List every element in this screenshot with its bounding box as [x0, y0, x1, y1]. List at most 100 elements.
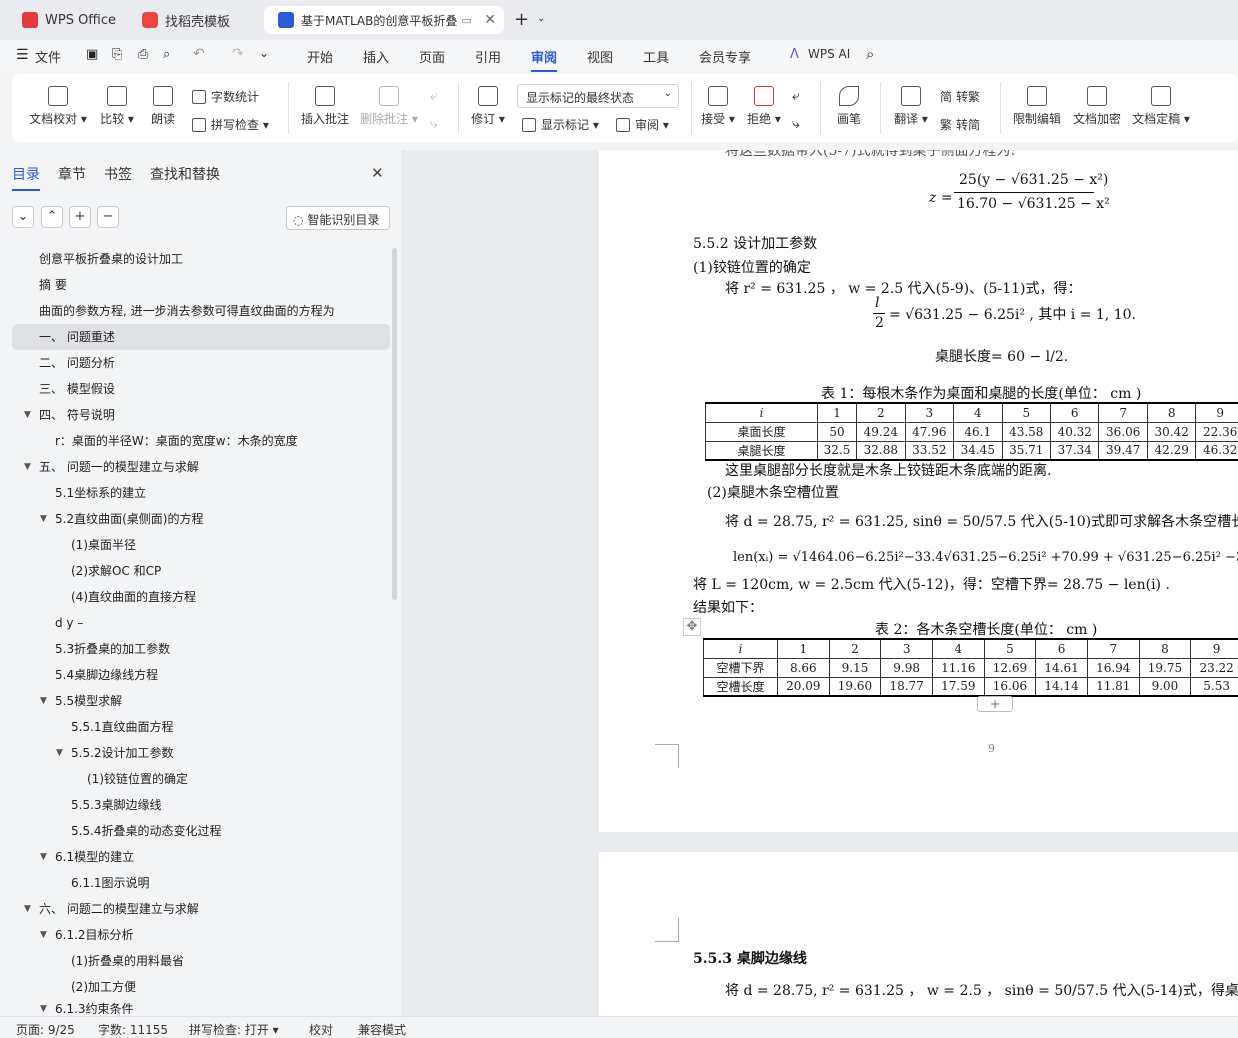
proofread-status[interactable]: 校对 — [309, 1021, 333, 1038]
expand-arrow-icon[interactable]: ▼ — [40, 688, 47, 714]
track-changes-button[interactable]: 修订 ▾ — [468, 86, 508, 127]
save-icon[interactable]: ▣ — [86, 47, 98, 62]
toc-item[interactable]: (4)直纹曲面的直接方程 — [12, 584, 390, 610]
redo-icon[interactable]: ↷ — [232, 46, 244, 62]
print-icon[interactable]: ⎙ — [138, 47, 148, 62]
toc-item[interactable]: (2)加工方便 — [12, 974, 390, 1000]
toc-item[interactable]: 6.1.1图示说明 — [12, 870, 390, 896]
pen-button[interactable]: 画笔 — [832, 86, 866, 127]
share-icon[interactable]: ⎘ — [112, 47, 122, 62]
new-tab-icon[interactable]: + — [514, 9, 529, 30]
insert-comment-button[interactable]: 插入批注 — [298, 86, 352, 127]
toc-item[interactable]: 5.3折叠桌的加工参数 — [12, 636, 390, 662]
tab-toc[interactable]: 目录 — [12, 164, 40, 191]
expand-arrow-icon[interactable]: ▼ — [40, 922, 47, 948]
toc-item[interactable]: 5.4桌脚边缘线方程 — [12, 662, 390, 688]
toc-item[interactable]: (1)折叠桌的用料最省 — [12, 948, 390, 974]
toc-item[interactable]: 5.5.4折叠桌的动态变化过程 — [12, 818, 390, 844]
toc-item[interactable]: 5.1坐标系的建立 — [12, 480, 390, 506]
encrypt-button[interactable]: 文档加密 — [1070, 86, 1124, 127]
expand-arrow-icon[interactable]: ▼ — [40, 506, 47, 532]
tab-wps-office[interactable]: WPS Office — [8, 6, 123, 34]
tab-docer-templates[interactable]: 找稻壳模板 — [128, 6, 258, 34]
collapse-button[interactable]: ⌄ — [12, 206, 34, 228]
restrict-edit-button[interactable]: 限制编辑 — [1010, 86, 1064, 127]
finalize-button[interactable]: 文档定稿 ▾ — [1130, 86, 1192, 127]
remove-heading-button[interactable]: − — [97, 206, 119, 228]
toc-item[interactable]: 5.5.3桌脚边缘线 — [12, 792, 390, 818]
to-simplified-button[interactable]: 繁转简 — [940, 116, 980, 133]
toc-item[interactable]: ▼ 五、 问题一的模型建立与求解 — [12, 454, 390, 480]
menu-member[interactable]: 会员专享 — [699, 47, 751, 66]
hamburger-icon[interactable]: ☰ — [16, 47, 29, 63]
word-count-button[interactable]: 字数统计 — [192, 88, 259, 105]
toc-item[interactable]: 曲面的参数方程, 进一步消去参数可得直纹曲面的方程为 — [12, 298, 390, 324]
markup-state-select[interactable]: 显示标记的最终状态 ⌄ — [517, 84, 679, 108]
translate-button[interactable]: 翻译 ▾ — [890, 86, 932, 127]
undo-icon[interactable]: ↶ — [193, 46, 205, 62]
add-heading-button[interactable]: + — [69, 206, 91, 228]
toc-item[interactable]: ▼ 6.1.3约束条件 — [12, 1000, 390, 1014]
toc-item[interactable]: ▼ 6.1.2目标分析 — [12, 922, 390, 948]
menu-file[interactable]: 文件 — [35, 47, 61, 66]
toc-item[interactable]: (2)求解OC 和CP — [12, 558, 390, 584]
toc-item[interactable]: 创意平板折叠桌的设计加工 — [12, 246, 390, 272]
close-tab-icon[interactable]: ✕ — [484, 12, 496, 28]
toc-item[interactable]: 一、 问题重述 — [12, 324, 390, 350]
smart-toc-button[interactable]: ◌ 智能识别目录 — [286, 206, 390, 230]
toc-scrollbar[interactable] — [392, 248, 397, 600]
document-area[interactable]: 将这些数据带入(5-7)式就得到桌子侧面方程为: z = 25(y − √631… — [403, 150, 1238, 1016]
accept-button[interactable]: 接受 ▾ — [698, 86, 738, 127]
reject-button[interactable]: 拒绝 ▾ — [744, 86, 784, 127]
chevron-down-icon[interactable]: ⌄ — [537, 13, 545, 24]
toc-item[interactable]: ▼ 6.1模型的建立 — [12, 844, 390, 870]
toc-item[interactable]: ▼ 四、 符号说明 — [12, 402, 390, 428]
to-traditional-button[interactable]: 简转繁 — [940, 88, 980, 105]
close-pane-icon[interactable]: ✕ — [371, 164, 384, 182]
print-preview-icon[interactable]: ⌕ — [163, 47, 170, 62]
menu-wps-ai[interactable]: WPS AI — [808, 47, 850, 61]
expand-arrow-icon[interactable]: ▼ — [40, 844, 47, 870]
toc-item[interactable]: 三、 模型假设 — [12, 376, 390, 402]
next-comment-icon[interactable]: ⤷ — [430, 116, 438, 132]
expand-arrow-icon[interactable]: ▼ — [56, 740, 63, 766]
page-indicator[interactable]: 页面: 9/25 — [16, 1021, 75, 1038]
word-count-indicator[interactable]: 字数: 11155 — [98, 1021, 168, 1038]
wps-ai-icon[interactable]: Ʌ — [790, 47, 799, 62]
more-chevron-icon[interactable]: ⌄ — [259, 46, 269, 60]
spell-check-button[interactable]: 拼写检查 ▾ — [192, 116, 269, 133]
toc-item[interactable]: d y – — [12, 610, 390, 636]
menu-references[interactable]: 引用 — [475, 47, 501, 66]
prev-change-icon[interactable]: ⤶ — [792, 88, 800, 104]
prev-comment-icon[interactable]: ⤶ — [430, 88, 438, 104]
menu-home[interactable]: 开始 — [307, 47, 333, 66]
menu-page[interactable]: 页面 — [419, 47, 445, 66]
show-markup-button[interactable]: 显示标记 ▾ — [522, 116, 599, 133]
toc-item[interactable]: (1)桌面半径 — [12, 532, 390, 558]
menu-tools[interactable]: 工具 — [643, 47, 669, 66]
toc-item[interactable]: ▼ 5.5.2设计加工参数 — [12, 740, 390, 766]
menu-review[interactable]: 审阅 — [531, 47, 558, 72]
expand-button[interactable]: ⌃ — [41, 206, 63, 228]
doc-check-button[interactable]: 文档校对 ▾ — [28, 86, 88, 127]
toc-item[interactable]: ▼ 六、 问题二的模型建立与求解 — [12, 896, 390, 922]
menu-view[interactable]: 视图 — [587, 47, 613, 66]
toc-item[interactable]: 5.5.1直纹曲面方程 — [12, 714, 390, 740]
toc-item[interactable]: 摘 要 — [12, 272, 390, 298]
read-aloud-button[interactable]: 朗读 — [146, 86, 180, 127]
toc-item[interactable]: r：桌面的半径W：桌面的宽度w：木条的宽度 — [12, 428, 390, 454]
next-change-icon[interactable]: ⤷ — [792, 116, 800, 132]
tab-find-replace[interactable]: 查找和替换 — [150, 164, 220, 184]
expand-arrow-icon[interactable]: ▼ — [24, 454, 31, 480]
tab-sections[interactable]: 章节 — [58, 164, 86, 184]
toc-item[interactable]: 二、 问题分析 — [12, 350, 390, 376]
expand-arrow-icon[interactable]: ▼ — [24, 896, 31, 922]
toc-item[interactable]: ▼ 5.2直纹曲面(桌侧面)的方程 — [12, 506, 390, 532]
review-pane-button[interactable]: 审阅 ▾ — [616, 116, 669, 133]
tab-bookmarks[interactable]: 书签 — [104, 164, 132, 184]
compare-button[interactable]: 比较 ▾ — [96, 86, 138, 127]
add-row-button[interactable]: + — [977, 696, 1013, 712]
expand-arrow-icon[interactable]: ▼ — [40, 1000, 47, 1014]
delete-comment-button[interactable]: 删除批注 ▾ — [358, 86, 420, 127]
tab-current-document[interactable]: 基于MATLAB的创意平板折叠 ▭ ✕ — [264, 6, 504, 34]
